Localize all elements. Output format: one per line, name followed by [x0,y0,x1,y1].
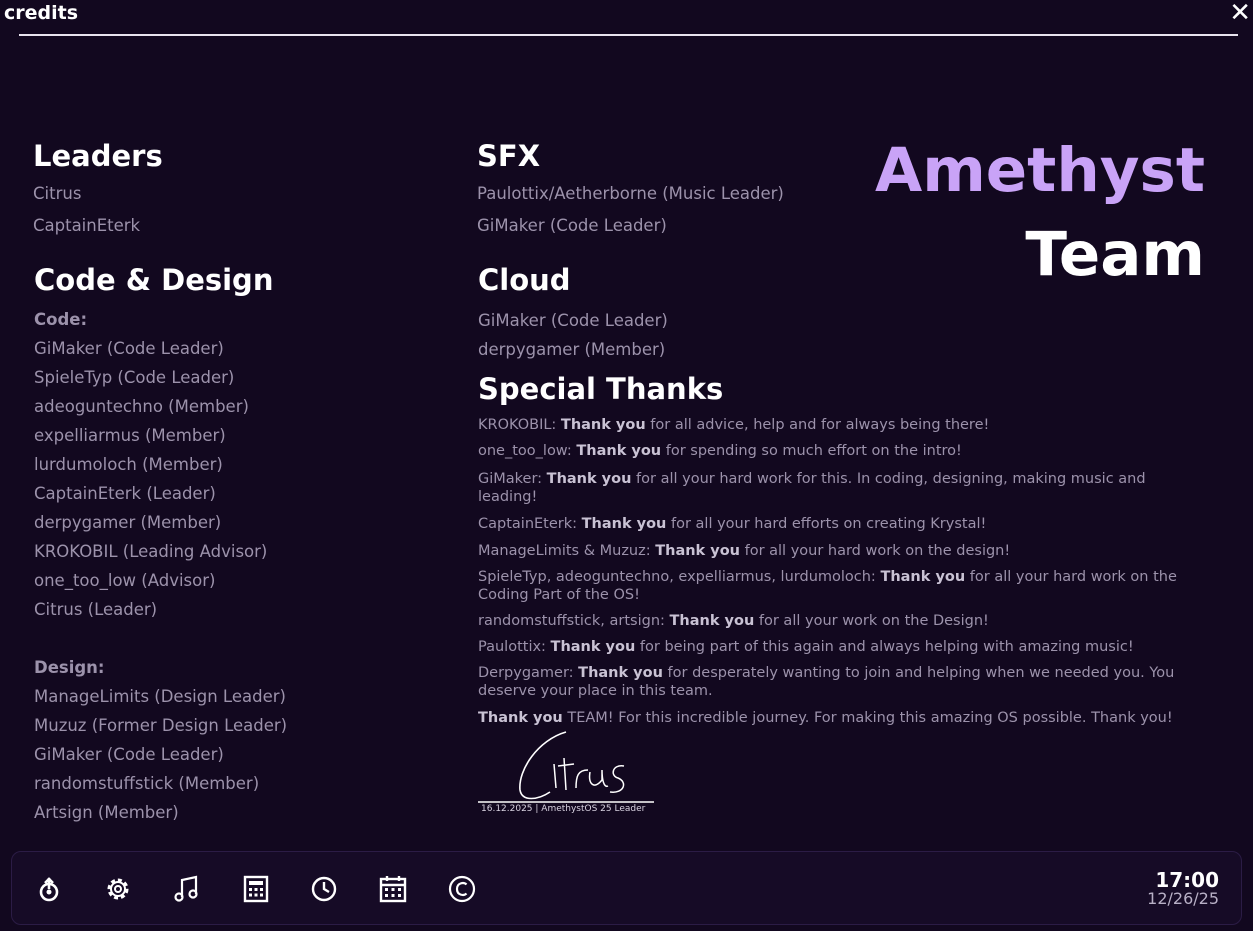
close-icon[interactable]: ✕ [1229,0,1251,27]
thanks-name: SpieleTyp, adeoguntechno, expelliarmus, … [478,569,881,585]
launcher-icon[interactable] [34,874,64,904]
clock-time: 17:00 [1155,868,1219,892]
title-divider [19,34,1238,36]
calendar-icon[interactable] [378,874,408,904]
code-label: Code: [34,310,88,329]
list-item: GiMaker (Code Leader) [34,745,224,764]
sfx-heading: SFX [477,139,541,173]
thanks-name: Paulottix: [478,639,551,655]
clock-date: 12/26/25 [1147,889,1219,908]
list-item: GiMaker (Code Leader) [34,339,224,358]
list-item: one_too_low (Advisor) [34,571,216,590]
thanks-bold: Thank you [581,516,667,532]
window-title: credits [4,2,79,24]
list-item: KROKOBIL (Leading Advisor) [34,542,268,561]
thanks-bold: Thank you [550,639,636,655]
thanks-name: Derpygamer: [478,665,579,681]
signature-caption: 16.12.2025 | AmethystOS 25 Leader [481,804,646,814]
thanks-bold: Thank you [576,443,662,459]
thanks-bold: Thank you [669,613,755,629]
thanks-bold: Thank you [880,569,966,585]
thanks-text: for all your hard work on the design! [739,543,1011,559]
thanks-entry: randomstuffstick, artsign: Thank you for… [478,612,1178,630]
music-note-icon[interactable] [172,874,202,904]
list-item: CaptainEterk (Leader) [34,484,216,503]
calculator-icon[interactable] [241,874,271,904]
thanks-entry: GiMaker: Thank you for all your hard wor… [478,470,1178,506]
thanks-bold: Thank you [655,543,740,559]
cloud-section: Cloud GiMaker (Code Leader) derpygamer (… [478,263,668,364]
thanks-name: ManageLimits & Muzuz: [478,543,656,559]
list-item: Citrus [33,184,82,203]
signature: 16.12.2025 | AmethystOS 25 Leader [478,730,658,820]
thanks-bold: Thank you [546,471,632,487]
brand-line-amethyst: Amethyst [875,135,1205,206]
sfx-section: SFX Paulottix/Aetherborne (Music Leader)… [477,139,784,242]
thanks-text: for all your hard efforts on creating Kr… [666,516,987,532]
thanks-entry: ManageLimits & Muzuz: Thank you for all … [478,542,1178,560]
code-design-heading: Code & Design [34,263,274,297]
list-item: GiMaker (Code Leader) [477,216,667,235]
list-item: derpygamer (Member) [478,340,666,359]
thanks-name: one_too_low: [478,443,577,459]
thanks-text: for all your work on the Design! [754,613,989,629]
list-item: Muzuz (Former Design Leader) [34,716,288,735]
thanks-bold: Thank you [578,665,663,681]
window-titlebar: credits ✕ [0,0,1253,34]
special-thanks-section: Special Thanks KROKOBIL: Thank you for a… [478,372,1178,727]
special-thanks-heading: Special Thanks [478,372,724,406]
thanks-entry: KROKOBIL: Thank you for all advice, help… [478,416,1178,434]
thanks-text: for being part of this again and always … [635,639,1134,655]
thanks-name: randomstuffstick, artsign: [478,613,670,629]
design-label: Design: [34,658,105,677]
list-item: randomstuffstick (Member) [34,774,260,793]
clock-icon[interactable] [309,874,339,904]
cloud-heading: Cloud [478,263,571,297]
thanks-text: for all advice, help and for always bein… [645,417,990,433]
thanks-entry: one_too_low: Thank you for spending so m… [478,442,1178,460]
code-design-section: Code & Design Code: GiMaker (Code Leader… [34,263,287,827]
thanks-entry: Paulottix: Thank you for being part of t… [478,638,1178,656]
list-item: ManageLimits (Design Leader) [34,687,286,706]
thanks-name: GiMaker: [478,471,547,487]
thanks-text: for spending so much effort on the intro… [661,443,962,459]
thanks-text: TEAM! For this incredible journey. For m… [562,710,1173,726]
leaders-section: Leaders Citrus CaptainEterk [33,139,163,242]
copyright-icon[interactable] [447,874,477,904]
thanks-name: CaptainEterk: [478,516,582,532]
signature-drawing [478,731,654,803]
list-item: derpygamer (Member) [34,513,222,532]
list-item: expelliarmus (Member) [34,426,226,445]
thanks-entry: CaptainEterk: Thank you for all your har… [478,515,1178,533]
taskbar: 17:00 12/26/25 [11,851,1242,925]
list-item: SpieleTyp (Code Leader) [34,368,235,387]
taskbar-clock[interactable]: 17:00 12/26/25 [1147,870,1219,908]
thanks-entry: Derpygamer: Thank you for desperately wa… [478,664,1178,700]
list-item: adeoguntechno (Member) [34,397,249,416]
thanks-bold: Thank you [478,710,563,726]
brand-title: Amethyst Team [875,136,1205,290]
list-item: GiMaker (Code Leader) [478,311,668,330]
list-item: Artsign (Member) [34,803,179,822]
gear-icon[interactable] [103,874,133,904]
brand-line-team: Team [1025,219,1205,290]
thanks-bold: Thank you [560,417,646,433]
leaders-heading: Leaders [33,139,163,173]
list-item: CaptainEterk [33,216,141,235]
list-item: lurdumoloch (Member) [34,455,223,474]
thanks-name: KROKOBIL: [478,417,561,433]
thanks-entry: SpieleTyp, adeoguntechno, expelliarmus, … [478,568,1178,604]
list-item: Citrus (Leader) [34,600,158,619]
thanks-entry: Thank you TEAM! For this incredible jour… [478,709,1178,727]
list-item: Paulottix/Aetherborne (Music Leader) [477,184,784,203]
